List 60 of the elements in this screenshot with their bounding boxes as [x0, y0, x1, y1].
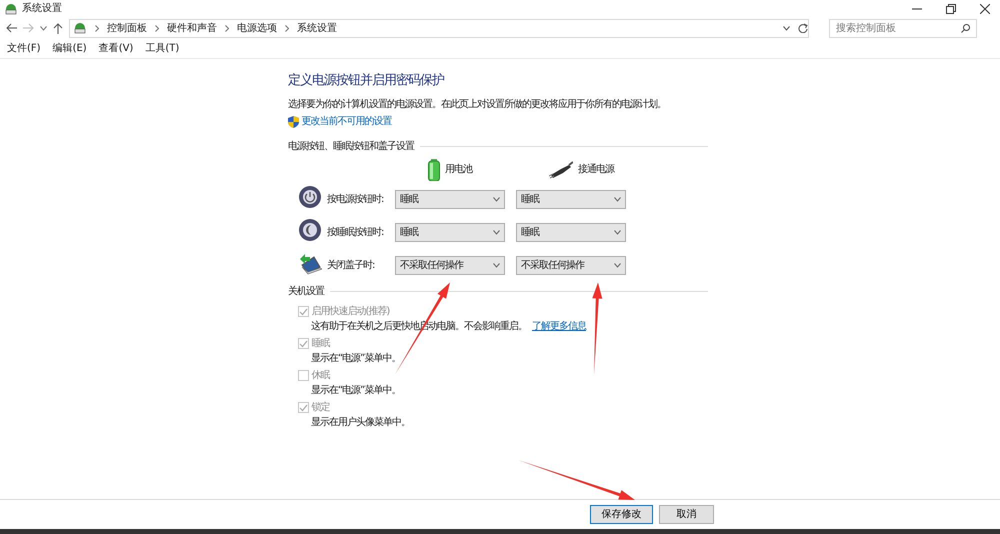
window-title: 系统设置 [22, 2, 62, 16]
up-arrow-icon[interactable] [53, 22, 63, 34]
checkbox-label: 睡眠 [312, 336, 330, 351]
search-icon[interactable] [961, 24, 970, 32]
option-description: 显示在“电源”菜单中。 [311, 384, 400, 398]
chevron-down-icon [614, 196, 621, 202]
menu-item[interactable]: 查看(V) [98, 41, 134, 56]
chevron-right-icon [225, 24, 229, 32]
row-label: 按电源按钮时: [327, 192, 384, 206]
chevron-down-icon [493, 262, 500, 268]
checkbox-label: 休眠 [312, 369, 330, 383]
dropdown[interactable]: 睡眠 [516, 190, 626, 208]
battery-icon [428, 158, 440, 180]
row-label: 关闭盖子时: [327, 258, 376, 272]
section-heading: 关机设置 [288, 284, 324, 299]
forward-arrow-icon [23, 23, 34, 33]
dropdown[interactable]: 睡眠 [395, 190, 505, 208]
close-icon[interactable] [980, 4, 990, 14]
chevron-down-icon[interactable] [783, 26, 790, 30]
restore-icon[interactable] [946, 4, 956, 14]
page-description: 选择要为你的计算机设置的电源设置。在此页上对设置所做的更改将应用于你所有的电源计划。 [288, 98, 667, 112]
search-field[interactable]: 搜索控制面板 [829, 18, 977, 38]
chevron-right-icon [285, 24, 289, 32]
checkbox-label: 启用快速启动(推荐) [312, 304, 390, 319]
address-bar[interactable]: 控制面板 硬件和声音 电源选项 系统设置 [69, 18, 809, 38]
chevron-right-icon [95, 24, 99, 32]
option-description: 显示在用户头像菜单中。 [311, 416, 410, 430]
page-title: 定义电源按钮并启用密码保护 [288, 72, 446, 90]
menu-item[interactable]: 工具(T) [145, 41, 180, 56]
dropdown[interactable]: 睡眠 [395, 222, 505, 242]
row-label: 按睡眠按钮时: [327, 226, 384, 240]
chevron-down-icon [614, 262, 621, 268]
cancel-button[interactable]: 取消 [659, 505, 714, 524]
option-description: 显示在“电源”菜单中。 [311, 352, 400, 366]
save-button[interactable]: 保存修改 [590, 505, 653, 524]
column-label: 用电池 [445, 162, 472, 177]
chevron-down-icon [493, 196, 500, 202]
sleep-button-icon [298, 218, 322, 242]
menu-item[interactable]: 文件(F) [7, 41, 41, 56]
section-heading: 电源按钮、睡眠按钮和盖子设置 [288, 140, 414, 154]
plug-icon [549, 160, 573, 178]
refresh-icon[interactable] [798, 23, 808, 33]
chevron-down-icon [614, 230, 621, 234]
chevron-right-icon [155, 24, 159, 32]
column-label: 接通电源 [578, 162, 614, 177]
back-arrow-icon[interactable] [6, 23, 17, 33]
power-button-icon [298, 184, 322, 208]
menu-item[interactable]: 编辑(E) [52, 41, 87, 56]
chevron-down-icon [493, 230, 500, 234]
admin-link[interactable]: 更改当前不可用的设置 [302, 114, 392, 129]
breadcrumb[interactable]: 电源选项 [237, 20, 277, 36]
dropdown[interactable]: 睡眠 [516, 222, 626, 242]
chevron-down-icon[interactable] [40, 26, 47, 30]
breadcrumb[interactable]: 硬件和声音 [167, 20, 217, 36]
breadcrumb[interactable]: 系统设置 [297, 20, 337, 36]
shield-icon [288, 116, 299, 128]
breadcrumb[interactable]: 控制面板 [107, 20, 147, 36]
dropdown[interactable]: 不采取任何操作 [395, 256, 505, 274]
checkbox-label: 锁定 [312, 400, 330, 415]
dropdown[interactable]: 不采取任何操作 [516, 256, 626, 274]
